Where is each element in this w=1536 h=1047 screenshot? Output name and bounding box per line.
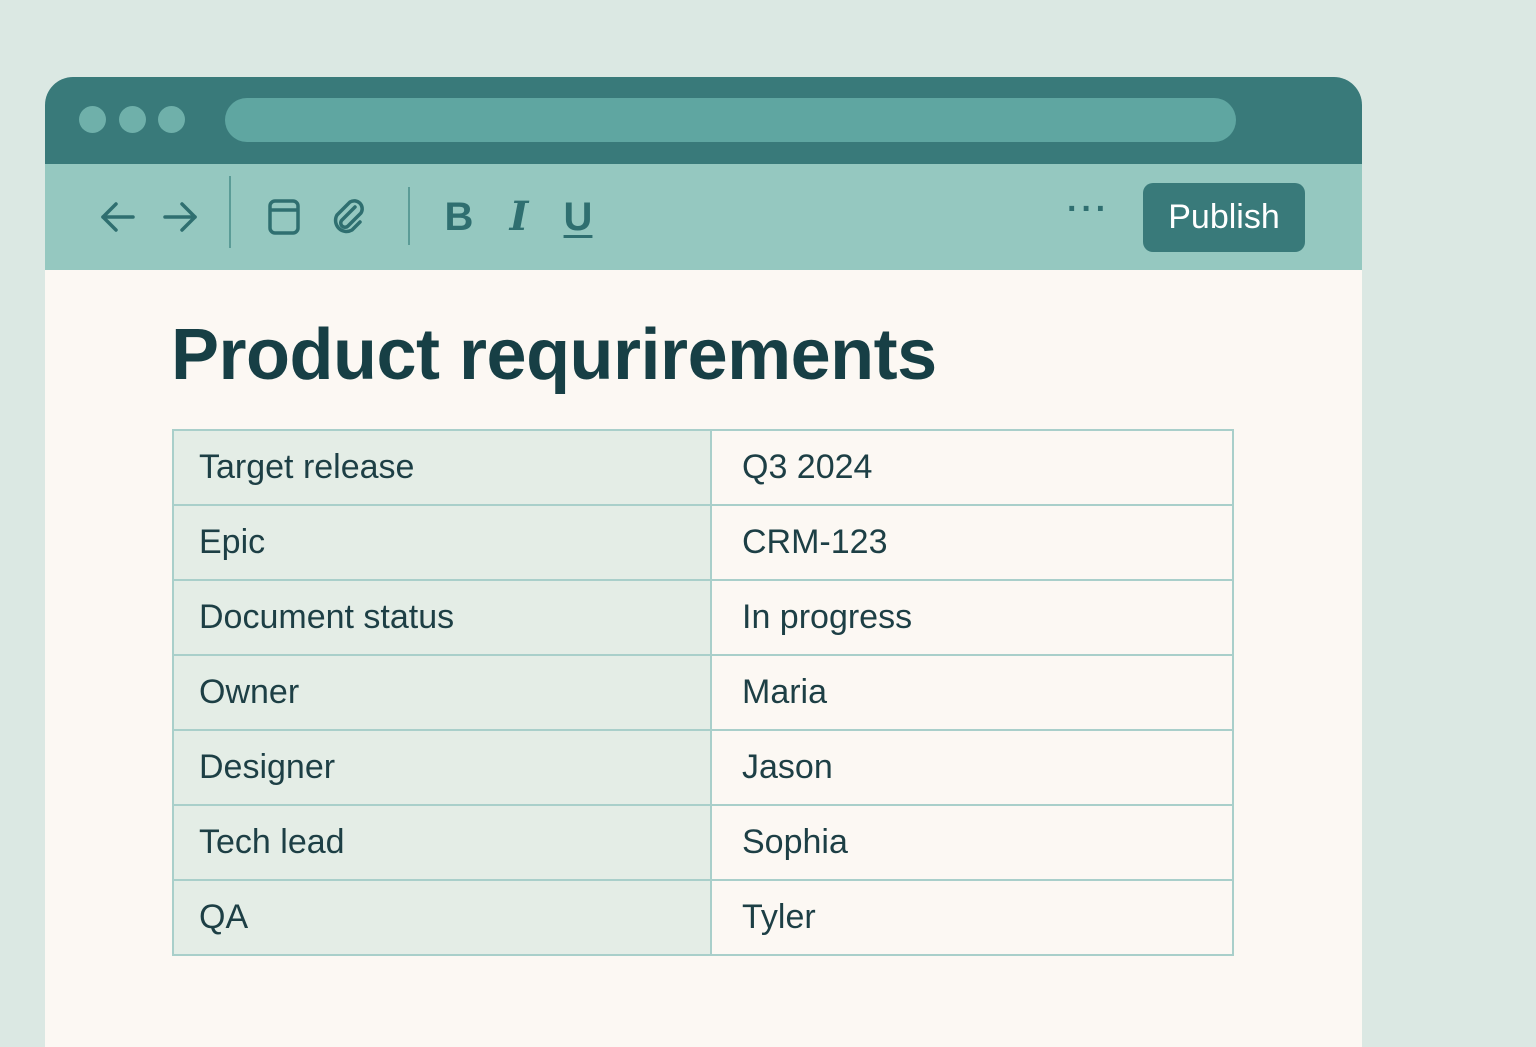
paperclip-icon bbox=[333, 199, 364, 234]
arrow-right-icon bbox=[163, 202, 197, 232]
publish-button[interactable]: Publish bbox=[1143, 183, 1305, 252]
page-title[interactable]: Product requrirements bbox=[171, 314, 937, 396]
maximize-window-dot[interactable] bbox=[158, 106, 185, 133]
attach-button[interactable] bbox=[329, 187, 369, 247]
property-key[interactable]: Designer bbox=[172, 729, 712, 806]
property-key[interactable]: QA bbox=[172, 879, 712, 956]
property-key[interactable]: Owner bbox=[172, 654, 712, 731]
table-row: Owner Maria bbox=[172, 654, 1234, 731]
table-row: Tech lead Sophia bbox=[172, 804, 1234, 881]
table-row: Target release Q3 2024 bbox=[172, 429, 1234, 506]
title-bar bbox=[45, 77, 1362, 164]
properties-table: Target release Q3 2024 Epic CRM-123 Docu… bbox=[172, 429, 1234, 956]
bold-label: B bbox=[444, 195, 474, 239]
property-key[interactable]: Epic bbox=[172, 504, 712, 581]
property-value[interactable]: CRM-123 bbox=[710, 504, 1234, 581]
table-row: QA Tyler bbox=[172, 879, 1234, 956]
layout-panel-icon bbox=[268, 199, 300, 235]
property-key[interactable]: Tech lead bbox=[172, 804, 712, 881]
property-key[interactable]: Target release bbox=[172, 429, 712, 506]
table-row: Epic CRM-123 bbox=[172, 504, 1234, 581]
underline-button[interactable]: U bbox=[560, 187, 596, 247]
italic-label: I bbox=[509, 193, 529, 240]
underline-label: U bbox=[563, 195, 593, 239]
minimize-window-dot[interactable] bbox=[119, 106, 146, 133]
property-key[interactable]: Document status bbox=[172, 579, 712, 656]
table-row: Document status In progress bbox=[172, 579, 1234, 656]
more-options-button[interactable]: ··· bbox=[1067, 190, 1110, 229]
address-bar[interactable] bbox=[225, 98, 1236, 142]
browser-window: B I U ··· Publish Product requrirements … bbox=[45, 77, 1362, 1047]
layout-button[interactable] bbox=[265, 187, 303, 247]
italic-button[interactable]: I bbox=[503, 187, 535, 247]
table-row: Designer Jason bbox=[172, 729, 1234, 806]
property-value[interactable]: Jason bbox=[710, 729, 1234, 806]
arrow-left-icon bbox=[101, 202, 135, 232]
forward-button[interactable] bbox=[159, 187, 201, 247]
toolbar-divider bbox=[229, 176, 231, 248]
property-value[interactable]: Q3 2024 bbox=[710, 429, 1234, 506]
close-window-dot[interactable] bbox=[79, 106, 106, 133]
property-value[interactable]: Tyler bbox=[710, 879, 1234, 956]
property-value[interactable]: Maria bbox=[710, 654, 1234, 731]
bold-button[interactable]: B bbox=[443, 187, 475, 247]
property-value[interactable]: In progress bbox=[710, 579, 1234, 656]
toolbar-divider bbox=[408, 187, 410, 245]
property-value[interactable]: Sophia bbox=[710, 804, 1234, 881]
back-button[interactable] bbox=[97, 187, 139, 247]
